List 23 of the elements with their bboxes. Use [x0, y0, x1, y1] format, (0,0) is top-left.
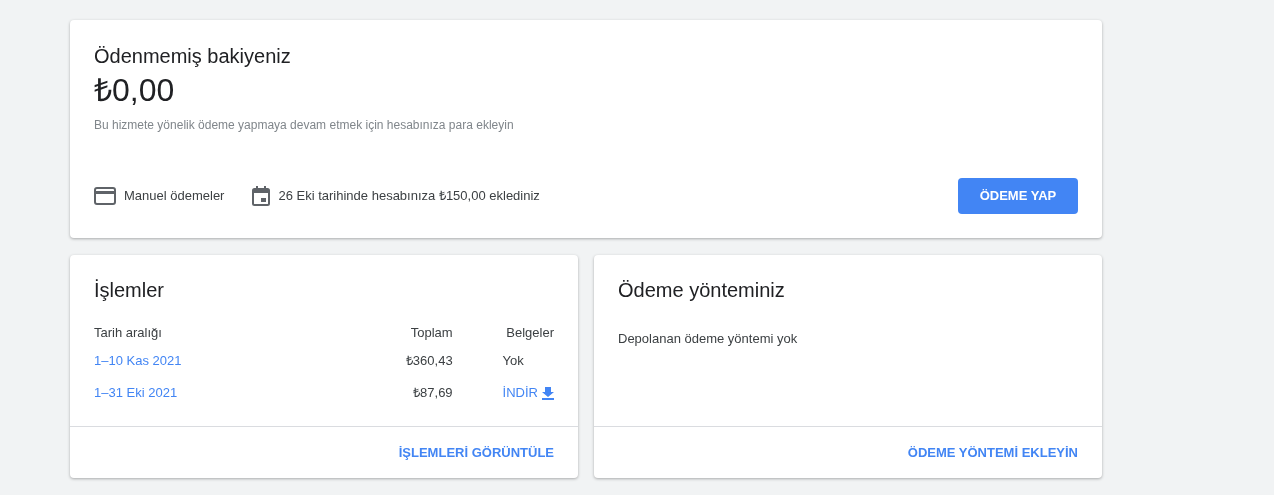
info-text: Manuel ödemeler [124, 187, 225, 206]
download-icon [542, 386, 554, 400]
table-cell-text: ₺360,43 [404, 352, 453, 371]
view-transactions-button[interactable]: İŞLEMLERİ GÖRÜNTÜLE [398, 442, 554, 463]
balance-amount: ₺0,00 [94, 72, 176, 108]
empty-message: Depolanan ödeme yöntemi yok [618, 330, 799, 348]
date-range-link[interactable]: 1–10 Kas 2021 [94, 353, 182, 369]
document-status: Yok [502, 353, 524, 369]
table-cell-text: ₺87,69 [412, 384, 453, 403]
column-header: Tarih aralığı [94, 324, 163, 343]
balance-title: Ödenmemiş bakiyeniz [94, 44, 292, 68]
column-header: Belgeler [505, 324, 554, 343]
credit-card-icon [94, 187, 116, 205]
info-text: 26 Eki tarihinde hesabınıza ₺150,00 eklediniz [278, 187, 540, 206]
balance-note: Bu hizmete yönelik ödeme yapmaya devam etmek için hesabınıza para ekleyin [94, 117, 515, 134]
card-title: Ödeme yönteminiz [618, 278, 786, 303]
download-link[interactable]: İNDİR [502, 383, 554, 403]
pay-button[interactable]: ÖDEME YAP [958, 178, 1078, 214]
date-range-link[interactable]: 1–31 Eki 2021 [94, 385, 178, 401]
add-payment-method-button[interactable]: ÖDEME YÖNTEMİ EKLEYİN [907, 442, 1078, 463]
column-header: Toplam [409, 324, 453, 343]
card-title: İşlemler [94, 278, 165, 303]
calendar-icon [252, 186, 271, 206]
